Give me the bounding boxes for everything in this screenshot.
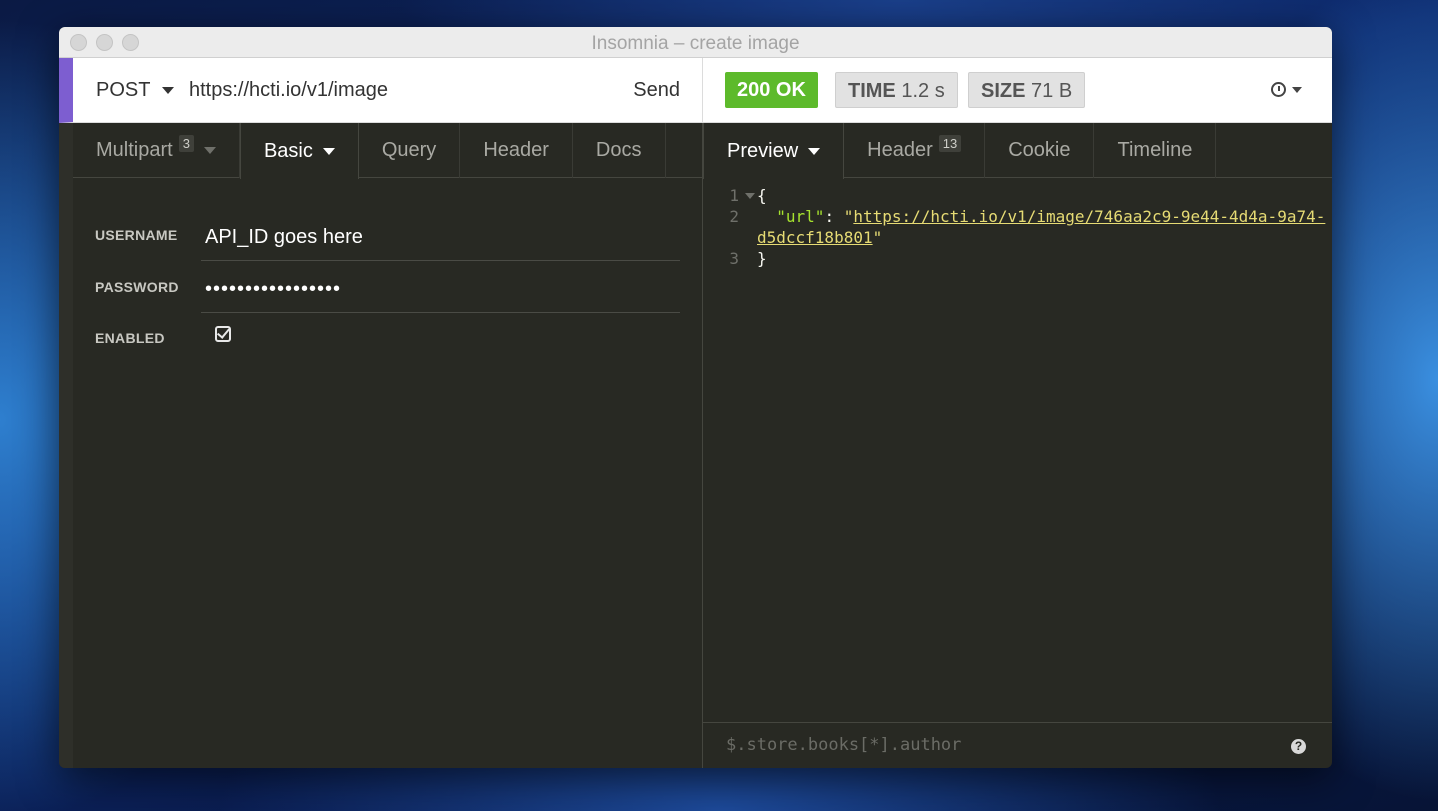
response-tabs: Preview Header 13 Cookie Timeline <box>703 123 1332 179</box>
json-quote: " <box>843 207 854 226</box>
chevron-down-icon <box>203 147 216 154</box>
checkbox-checked-icon[interactable] <box>215 326 231 342</box>
line-number: 1 <box>729 186 739 205</box>
request-tabs: Multipart 3 Basic Query Header Docs <box>73 123 702 179</box>
history-clock-icon <box>1271 82 1286 97</box>
tab-docs[interactable]: Docs <box>573 123 666 178</box>
tab-response-header[interactable]: Header 13 <box>844 123 986 178</box>
size-value: 71 B <box>1031 80 1073 102</box>
tab-label: Query <box>381 139 437 161</box>
count-badge: 3 <box>178 135 194 152</box>
password-field[interactable]: ••••••••••••••••• <box>201 265 680 313</box>
tab-label: Preview <box>727 139 799 162</box>
title-bar: Insomnia – create image <box>59 27 1332 58</box>
top-bar: POST https://hcti.io/v1/image Send 200 O… <box>59 58 1332 123</box>
line-number: 3 <box>729 249 739 268</box>
tab-label: Multipart <box>96 139 173 161</box>
json-entry: "url": "https://hcti.io/v1/image/746aa2c… <box>757 206 1325 227</box>
enabled-label: ENABLED <box>95 330 165 346</box>
response-body: 1 { 2 "url": "https://hcti.io/v1/image/7… <box>703 185 1332 269</box>
count-badge: 13 <box>938 135 962 152</box>
tab-multipart[interactable]: Multipart 3 <box>73 123 240 178</box>
tab-basic[interactable]: Basic <box>239 123 359 179</box>
chevron-down-icon <box>745 193 755 199</box>
filter-input[interactable]: $.store.books[*].author <box>726 735 961 755</box>
username-field[interactable]: API_ID goes here <box>201 213 680 261</box>
method-label: POST <box>96 79 151 101</box>
url-input[interactable]: https://hcti.io/v1/image <box>189 79 388 102</box>
chevron-down-icon <box>322 147 335 155</box>
tab-timeline[interactable]: Timeline <box>1094 123 1217 178</box>
tab-label: Timeline <box>1117 139 1193 161</box>
fold-toggle[interactable] <box>741 185 757 206</box>
line-number-blank <box>703 227 741 248</box>
code-line: 1 { <box>703 185 1332 206</box>
line-number: 2 <box>729 207 739 226</box>
tab-header[interactable]: Header <box>460 123 573 178</box>
time-badge: TIME 1.2 s <box>835 72 958 108</box>
json-key: "url" <box>776 207 825 226</box>
code-line: d5dccf18b801" <box>703 227 1332 248</box>
result-url-link-cont[interactable]: d5dccf18b801 <box>757 228 873 247</box>
history-dropdown[interactable] <box>1271 82 1302 97</box>
password-label: PASSWORD <box>95 279 179 295</box>
result-url-link[interactable]: https://hcti.io/v1/image/746aa2c9-9e44-4… <box>853 207 1325 226</box>
tab-cookie[interactable]: Cookie <box>985 123 1095 178</box>
json-colon: : <box>824 207 844 226</box>
window-title: Insomnia – create image <box>591 33 800 54</box>
chevron-down-icon <box>162 87 175 94</box>
tab-label: Cookie <box>1008 139 1071 161</box>
code-line: 2 "url": "https://hcti.io/v1/image/746aa… <box>703 206 1332 227</box>
app-window: Insomnia – create image POST https://hct… <box>59 27 1332 768</box>
json-quote: " <box>872 228 883 247</box>
method-dropdown[interactable]: POST <box>96 79 175 102</box>
code-line: 3 } <box>703 248 1332 269</box>
request-url-bar: POST https://hcti.io/v1/image Send <box>59 58 702 123</box>
chevron-down-icon <box>808 147 821 155</box>
size-badge: SIZE 71 B <box>968 72 1086 108</box>
json-entry-wrap: d5dccf18b801" <box>757 227 882 248</box>
username-label: USERNAME <box>95 227 178 243</box>
status-badge: 200 OK <box>725 72 818 108</box>
tab-label: Header <box>483 139 549 161</box>
send-button[interactable]: Send <box>633 79 680 102</box>
response-filter-bar: $.store.books[*].author ? <box>703 722 1332 768</box>
help-icon[interactable]: ? <box>1291 739 1306 754</box>
request-pane: Multipart 3 Basic Query Header Docs USER… <box>59 123 702 768</box>
time-value: 1.2 s <box>901 80 945 102</box>
chevron-down-icon <box>1292 86 1302 93</box>
tab-label: Header <box>867 139 933 161</box>
tab-label: Basic <box>263 139 313 162</box>
tab-query[interactable]: Query <box>359 123 461 178</box>
response-meta-bar: 200 OK TIME 1.2 s SIZE 71 B <box>702 58 1332 123</box>
size-label: SIZE <box>981 80 1026 102</box>
open-brace: { <box>757 186 767 205</box>
tab-label: Docs <box>595 139 642 161</box>
response-pane: Preview Header 13 Cookie Timeline 1 { 2 <box>702 123 1332 768</box>
tab-preview[interactable]: Preview <box>703 123 845 179</box>
time-label: TIME <box>848 80 896 102</box>
close-brace: } <box>757 249 767 268</box>
